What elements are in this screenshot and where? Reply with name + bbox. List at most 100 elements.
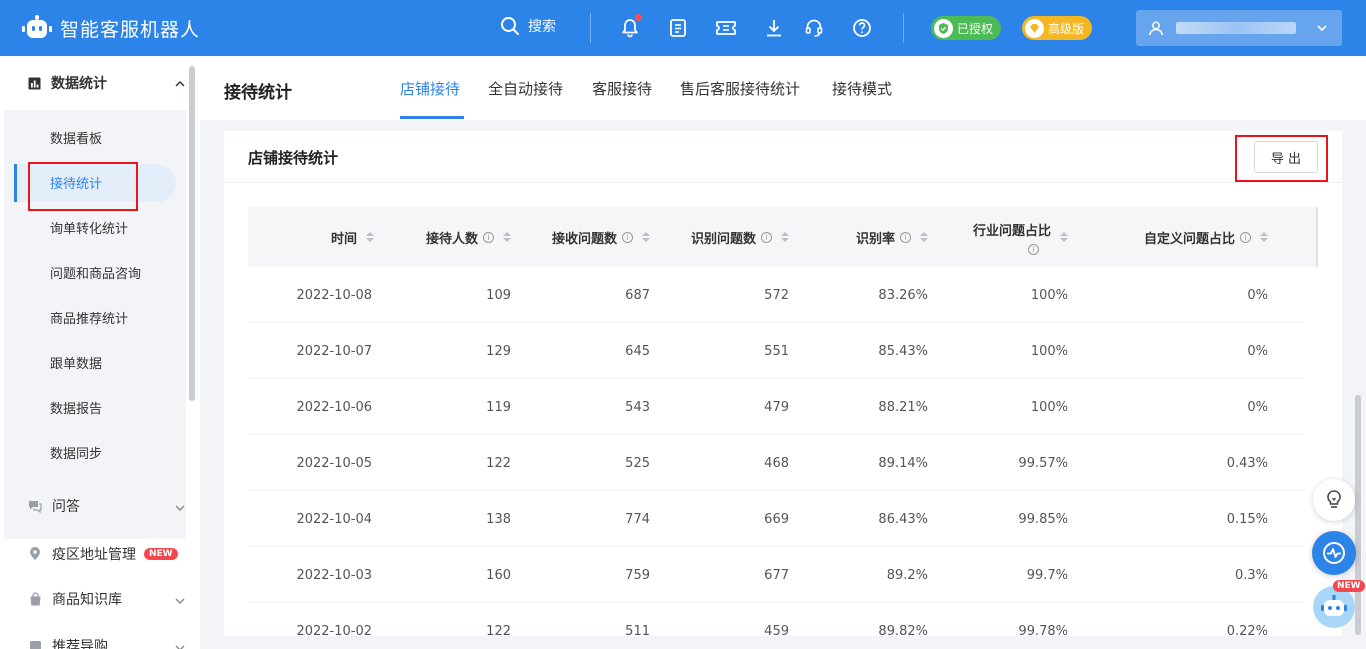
tab-auto-reception[interactable]: 全自动接待 xyxy=(488,78,563,99)
cell-date: 2022-10-03 xyxy=(296,567,372,583)
info-icon[interactable]: i xyxy=(1240,231,1251,243)
help-button[interactable] xyxy=(850,16,874,40)
user-menu[interactable] xyxy=(1136,10,1342,46)
sidebar-group-data-stats[interactable]: 数据统计 xyxy=(0,56,200,110)
sidebar-group-label: 数据统计 xyxy=(51,76,107,92)
sidebar-item-product-recommend-stats[interactable]: 商品推荐统计 xyxy=(50,295,128,340)
download-button[interactable] xyxy=(762,16,786,40)
cell-received: 645 xyxy=(625,343,650,359)
tasks-button[interactable] xyxy=(666,16,690,40)
column-header-industry-ratio[interactable]: 行业问题占比 i xyxy=(928,207,1068,267)
cell-industry-ratio: 99.57% xyxy=(1018,455,1068,471)
sidebar-nav-label: 推荐导购 xyxy=(52,639,108,649)
username-redacted xyxy=(1176,22,1296,34)
sort-icon[interactable] xyxy=(781,232,789,242)
page-title: 接待统计 xyxy=(224,83,292,103)
chevron-down-icon xyxy=(175,505,185,511)
premium-label: 高级版 xyxy=(1048,21,1085,36)
divider xyxy=(224,182,1342,183)
search-label: 搜索 xyxy=(528,19,556,35)
table-row: 2022-10-04 138 774 669 86.43% 99.85% 0.15% xyxy=(248,491,1304,547)
tab-reception-mode[interactable]: 接待模式 xyxy=(832,78,892,99)
download-icon xyxy=(767,20,781,37)
cell-recognized: 572 xyxy=(764,287,789,303)
column-header-recognized-questions[interactable]: 识别问题数 i xyxy=(650,207,789,267)
tab-agent-reception[interactable]: 客服接待 xyxy=(592,78,652,99)
sidebar-nav-product-knowledge[interactable]: 商品知识库 xyxy=(0,579,200,619)
column-header-received-questions[interactable]: 接收问题数 i xyxy=(511,207,650,267)
sidebar-nav-label: 问答 xyxy=(52,499,80,515)
info-icon[interactable]: i xyxy=(900,231,911,243)
brand[interactable]: 智能客服机器人 xyxy=(22,15,200,42)
sidebar-nav-shopping-guide[interactable]: 推荐导购 xyxy=(0,626,200,649)
page-scrollbar[interactable] xyxy=(1355,395,1361,635)
sort-icon[interactable] xyxy=(642,232,650,242)
cell-visitors: 122 xyxy=(486,455,511,471)
cell-recognized: 669 xyxy=(764,511,789,527)
active-tab-indicator xyxy=(400,116,464,119)
authorized-label: 已授权 xyxy=(957,21,994,36)
sort-icon[interactable] xyxy=(503,232,511,242)
sidebar-item-inquiry-conversion[interactable]: 询单转化统计 xyxy=(50,205,128,250)
sidebar-nav-label: 商品知识库 xyxy=(52,592,122,608)
table-row: 2022-10-08 109 687 572 83.26% 100% 0% xyxy=(248,267,1304,323)
table-row: 2022-10-02 122 511 459 89.82% 99.78% 0.22% xyxy=(248,603,1304,649)
cell-custom-ratio: 0.15% xyxy=(1226,511,1268,527)
column-header-date[interactable]: 时间 xyxy=(248,207,374,267)
chevron-down-icon xyxy=(1317,25,1327,32)
column-header-visitors[interactable]: 接待人数 i xyxy=(374,207,511,267)
column-header-custom-ratio[interactable]: 自定义问题占比 i xyxy=(1068,207,1268,267)
shield-check-icon xyxy=(934,18,953,38)
tips-button[interactable] xyxy=(1313,479,1355,521)
info-icon[interactable]: i xyxy=(761,231,772,243)
tab-after-sales-stats[interactable]: 售后客服接待统计 xyxy=(680,78,800,99)
chevron-up-icon xyxy=(175,80,185,87)
sidebar-nav-epidemic-address[interactable]: 疫区地址管理 NEW xyxy=(0,534,200,574)
sidebar-scrollbar[interactable] xyxy=(189,66,195,401)
sidebar-item-data-sync[interactable]: 数据同步 xyxy=(50,430,102,475)
cell-received: 774 xyxy=(625,511,650,527)
monitor-button[interactable] xyxy=(1312,531,1356,575)
assistant-bot-button[interactable] xyxy=(1313,586,1355,628)
ticket-icon xyxy=(716,21,736,35)
sidebar-item-data-report[interactable]: 数据报告 xyxy=(50,385,102,430)
notification-button[interactable] xyxy=(618,14,642,40)
cell-custom-ratio: 0% xyxy=(1247,287,1268,303)
table-header: 时间 接待人数 i 接收问题数 i 识别问题数 i 识别率 i 行业问题占比 i… xyxy=(248,207,1318,267)
sidebar: 数据统计 数据看板 接待统计 询单转化统计 问题和商品咨询 商品推荐统计 跟单数… xyxy=(0,56,200,649)
info-icon[interactable]: i xyxy=(622,231,633,243)
sidebar-item-label: 询单转化统计 xyxy=(50,222,129,237)
notification-dot xyxy=(635,14,642,21)
tab-store-reception[interactable]: 店铺接待 xyxy=(400,78,460,99)
cell-received: 687 xyxy=(625,287,650,303)
checklist-icon xyxy=(670,19,686,37)
chevron-down-icon xyxy=(175,598,185,604)
highlight-frame-sidebar xyxy=(28,162,138,211)
cell-visitors: 122 xyxy=(486,623,511,639)
cell-visitors: 119 xyxy=(486,399,511,415)
sidebar-item-follow-up-data[interactable]: 跟单数据 xyxy=(50,340,102,385)
sidebar-item-dashboard[interactable]: 数据看板 xyxy=(50,115,102,160)
ticket-button[interactable] xyxy=(714,16,738,40)
cell-date: 2022-10-05 xyxy=(296,455,372,471)
search-button[interactable]: 搜索 xyxy=(500,16,556,36)
sort-icon[interactable] xyxy=(920,232,928,242)
sort-icon[interactable] xyxy=(1060,232,1068,242)
premium-badge[interactable]: 高级版 xyxy=(1022,16,1093,40)
bell-icon xyxy=(622,19,638,38)
support-button[interactable] xyxy=(802,16,826,40)
cell-recognized: 551 xyxy=(764,343,789,359)
bar-chart-icon xyxy=(28,77,41,89)
authorized-badge[interactable]: 已授权 xyxy=(931,16,1002,40)
sidebar-nav-qa[interactable]: 问答 xyxy=(0,486,200,526)
info-icon[interactable]: i xyxy=(483,231,494,243)
column-header-recognition-rate[interactable]: 识别率 i xyxy=(789,207,928,267)
new-badge: NEW xyxy=(1333,580,1365,592)
sort-icon[interactable] xyxy=(366,232,374,242)
info-icon[interactable]: i xyxy=(1028,243,1039,255)
sidebar-item-question-product-consult[interactable]: 问题和商品咨询 xyxy=(50,250,141,295)
cell-custom-ratio: 0.22% xyxy=(1226,623,1268,639)
cell-industry-ratio: 100% xyxy=(1030,287,1068,303)
sort-icon[interactable] xyxy=(1260,232,1268,242)
sidebar-item-label: 数据看板 xyxy=(50,132,103,147)
